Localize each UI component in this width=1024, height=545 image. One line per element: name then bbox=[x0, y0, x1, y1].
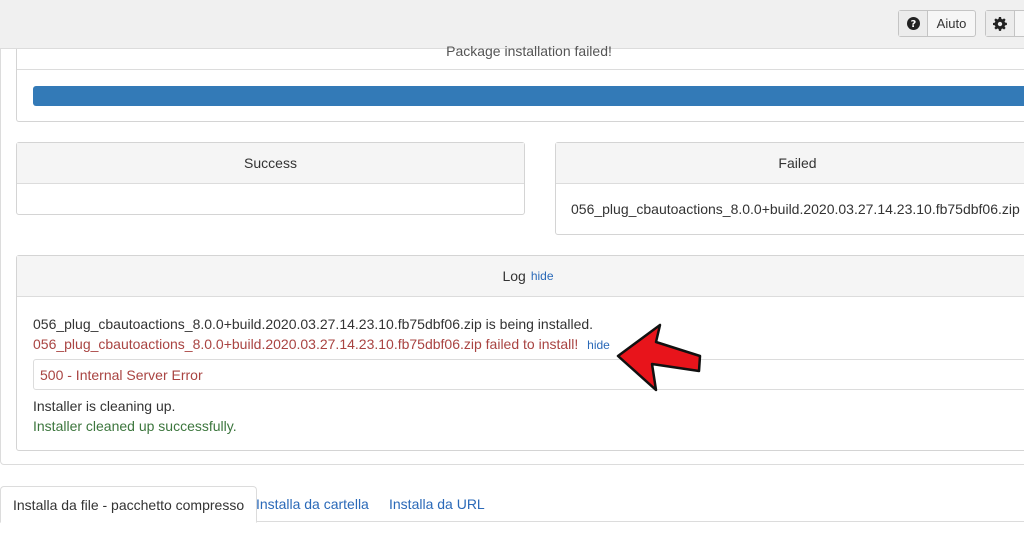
progress-panel: Package installation failed! bbox=[16, 43, 1024, 122]
log-panel: Log hide 056_plug_cbautoactions_8.0.0+bu… bbox=[16, 255, 1024, 451]
gear-icon bbox=[986, 11, 1015, 36]
log-error-text: 056_plug_cbautoactions_8.0.0+build.2020.… bbox=[33, 336, 579, 352]
log-heading: Log hide bbox=[17, 256, 1024, 297]
svg-text:?: ? bbox=[910, 19, 916, 30]
log-body: 056_plug_cbautoactions_8.0.0+build.2020.… bbox=[17, 297, 1024, 436]
tab-install-from-folder[interactable]: Installa da cartella bbox=[244, 486, 381, 522]
question-circle-icon: ? bbox=[899, 11, 928, 36]
log-hide-link[interactable]: hide bbox=[531, 269, 554, 283]
log-line-cleaned: Installer cleaned up successfully. bbox=[33, 418, 237, 434]
failed-heading: Failed bbox=[556, 143, 1024, 184]
failed-item: 056_plug_cbautoactions_8.0.0+build.2020.… bbox=[571, 201, 1020, 217]
error-message-box: 500 - Internal Server Error bbox=[33, 359, 1024, 390]
progress-bar-fill bbox=[33, 86, 1024, 106]
log-line-installing: 056_plug_cbautoactions_8.0.0+build.2020.… bbox=[33, 316, 594, 332]
divider bbox=[17, 69, 1024, 70]
error-hide-link[interactable]: hide bbox=[587, 338, 610, 352]
red-arrow-annotation bbox=[616, 323, 702, 392]
failed-panel: Failed 056_plug_cbautoactions_8.0.0+buil… bbox=[555, 142, 1024, 235]
log-line-cleaning: Installer is cleaning up. bbox=[33, 398, 176, 414]
top-toolbar: ? Aiuto bbox=[0, 0, 1024, 49]
help-label: Aiuto bbox=[936, 16, 967, 31]
success-heading: Success bbox=[17, 143, 524, 184]
log-line-failed: 056_plug_cbautoactions_8.0.0+build.2020.… bbox=[33, 334, 1024, 355]
tab-install-from-file[interactable]: Installa da file - pacchetto compresso bbox=[0, 486, 258, 523]
install-tabs: Installa da file - pacchetto compresso I… bbox=[0, 486, 1024, 523]
progress-title: Package installation failed! bbox=[446, 43, 612, 59]
options-button[interactable] bbox=[985, 10, 1024, 37]
progress-bar bbox=[33, 86, 1024, 106]
log-title: Log bbox=[502, 268, 526, 284]
help-button[interactable]: ? Aiuto bbox=[898, 10, 976, 37]
success-panel: Success bbox=[16, 142, 525, 215]
tab-install-from-url[interactable]: Installa da URL bbox=[377, 486, 497, 522]
